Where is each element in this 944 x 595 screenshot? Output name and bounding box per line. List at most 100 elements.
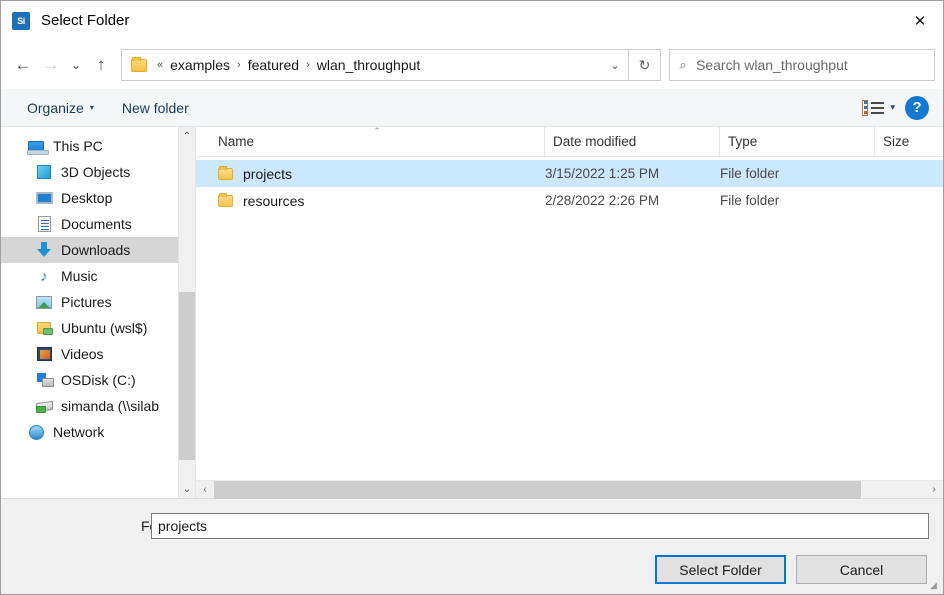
file-name: resources: [243, 193, 304, 209]
table-row[interactable]: projects 3/15/2022 1:25 PM File folder: [196, 160, 943, 187]
sidebar-item-label: Videos: [61, 346, 104, 362]
sidebar-item-label: Downloads: [61, 242, 130, 258]
pictures-icon: [35, 293, 53, 311]
window-title: Select Folder: [41, 12, 897, 29]
breadcrumb-item-wlan-throughput[interactable]: wlan_throughput: [313, 54, 425, 76]
date-modified-cell: 2/28/2022 2:26 PM: [545, 193, 720, 208]
network-drive-icon: [35, 397, 53, 415]
sidebar-item-label: Documents: [61, 216, 132, 232]
command-toolbar: Organize ▾ New folder ▾ ?: [1, 89, 943, 127]
scrollbar-track[interactable]: [214, 481, 925, 499]
breadcrumb-item-featured[interactable]: featured: [244, 54, 303, 76]
column-label: Date modified: [553, 134, 636, 149]
scroll-right-icon[interactable]: ›: [925, 481, 943, 499]
folder-icon: [131, 59, 147, 72]
column-header-type[interactable]: Type: [720, 127, 875, 156]
cancel-button[interactable]: Cancel: [796, 555, 927, 584]
address-bar[interactable]: « examples › featured › wlan_throughput …: [121, 49, 629, 81]
scrollbar-thumb[interactable]: [214, 481, 861, 499]
sidebar-item-network[interactable]: Network: [1, 419, 195, 445]
view-icon-line: [871, 112, 884, 114]
type-cell: File folder: [720, 166, 875, 181]
sidebar-item-3d-objects[interactable]: 3D Objects: [1, 159, 195, 185]
breadcrumb-overflow[interactable]: «: [154, 59, 166, 71]
view-icon-line: [871, 107, 884, 109]
select-folder-button[interactable]: Select Folder: [655, 555, 786, 584]
breadcrumb-item-examples[interactable]: examples: [166, 54, 234, 76]
column-header-name[interactable]: ⌃ Name: [210, 127, 545, 156]
view-icon-lines: [871, 102, 884, 114]
scrollbar-thumb[interactable]: [179, 292, 196, 460]
chevron-down-icon: ▾: [90, 103, 94, 112]
forward-button: →: [37, 50, 65, 80]
sidebar-item-label: Network: [53, 424, 104, 440]
sidebar-item-label: Desktop: [61, 190, 112, 206]
sidebar-item-music[interactable]: ♪ Music: [1, 263, 195, 289]
column-label: Size: [883, 134, 909, 149]
sidebar-vertical-scrollbar[interactable]: ⌃ ⌄: [178, 127, 195, 498]
folder-input[interactable]: [151, 513, 929, 539]
file-list: projects 3/15/2022 1:25 PM File folder r…: [196, 157, 943, 480]
dialog-footer: Folder: Select Folder Cancel: [1, 498, 943, 594]
recent-locations-button[interactable]: ⌄: [65, 50, 87, 80]
column-label: Name: [218, 134, 254, 149]
scroll-up-icon[interactable]: ⌃: [179, 127, 196, 145]
help-button[interactable]: ?: [905, 96, 929, 120]
navigation-pane: This PC 3D Objects Desktop Documents Dow…: [1, 127, 196, 498]
file-name-cell: resources: [210, 193, 545, 209]
folder-label: Folder:: [15, 518, 141, 534]
view-icon-line: [871, 102, 884, 104]
close-icon[interactable]: ✕: [897, 1, 943, 41]
sidebar-item-osdisk-c[interactable]: OSDisk (C:): [1, 367, 195, 393]
scroll-left-icon[interactable]: ‹: [196, 481, 214, 499]
scroll-down-icon[interactable]: ⌄: [179, 480, 196, 498]
file-list-horizontal-scrollbar[interactable]: ‹ ›: [196, 480, 943, 498]
chevron-down-icon[interactable]: ⌄: [602, 50, 628, 80]
breadcrumb-separator[interactable]: ›: [303, 59, 313, 71]
file-name-cell: projects: [210, 166, 545, 182]
view-icon-column: [862, 100, 868, 116]
sidebar-item-ubuntu-wsl[interactable]: Ubuntu (wsl$): [1, 315, 195, 341]
title-bar: Si Select Folder ✕: [1, 1, 943, 41]
sidebar-item-pictures[interactable]: Pictures: [1, 289, 195, 315]
breadcrumb-separator[interactable]: ›: [234, 59, 244, 71]
column-header-size[interactable]: Size: [875, 127, 943, 156]
sidebar-item-this-pc[interactable]: This PC: [1, 133, 195, 159]
sidebar-item-label: Music: [61, 268, 98, 284]
up-button[interactable]: ↑: [87, 50, 115, 80]
sidebar-item-videos[interactable]: Videos: [1, 341, 195, 367]
new-folder-button[interactable]: New folder: [114, 96, 197, 120]
view-icon-dot: [864, 106, 867, 109]
folder-icon: [218, 168, 233, 180]
search-icon: ⌕: [670, 57, 696, 73]
refresh-icon[interactable]: ↻: [629, 49, 661, 81]
view-icon-dot: [864, 101, 867, 104]
view-layout-icon[interactable]: [862, 99, 884, 117]
table-row[interactable]: resources 2/28/2022 2:26 PM File folder: [196, 187, 943, 214]
column-header-date-modified[interactable]: Date modified: [545, 127, 720, 156]
search-box[interactable]: ⌕ Search wlan_throughput: [669, 49, 935, 81]
view-icon-dot: [864, 111, 867, 114]
sort-ascending-icon: ⌃: [373, 126, 381, 136]
search-input[interactable]: Search wlan_throughput: [696, 57, 934, 73]
sidebar-item-label: simanda (\\silab: [61, 398, 159, 414]
navigation-tree: This PC 3D Objects Desktop Documents Dow…: [1, 127, 195, 445]
sidebar-item-downloads[interactable]: Downloads: [1, 237, 195, 263]
sidebar-item-simanda-network-drive[interactable]: simanda (\\silab: [1, 393, 195, 419]
sidebar-item-label: OSDisk (C:): [61, 372, 136, 388]
folder-icon: [218, 195, 233, 207]
scrollbar-track[interactable]: [179, 145, 196, 480]
sidebar-item-label: Pictures: [61, 294, 112, 310]
organize-button[interactable]: Organize ▾: [19, 96, 102, 120]
sidebar-item-label: This PC: [53, 138, 103, 154]
column-label: Type: [728, 134, 757, 149]
sidebar-item-desktop[interactable]: Desktop: [1, 185, 195, 211]
folder-field-row: Folder:: [15, 513, 929, 539]
sidebar-item-documents[interactable]: Documents: [1, 211, 195, 237]
view-options-chevron-down-icon[interactable]: ▾: [884, 102, 905, 113]
select-folder-dialog: Si Select Folder ✕ ← → ⌄ ↑ « examples › …: [0, 0, 944, 595]
sidebar-item-label: 3D Objects: [61, 164, 130, 180]
back-button[interactable]: ←: [9, 50, 37, 80]
3d-objects-icon: [35, 163, 53, 181]
resize-grip[interactable]: ◢: [930, 581, 940, 591]
